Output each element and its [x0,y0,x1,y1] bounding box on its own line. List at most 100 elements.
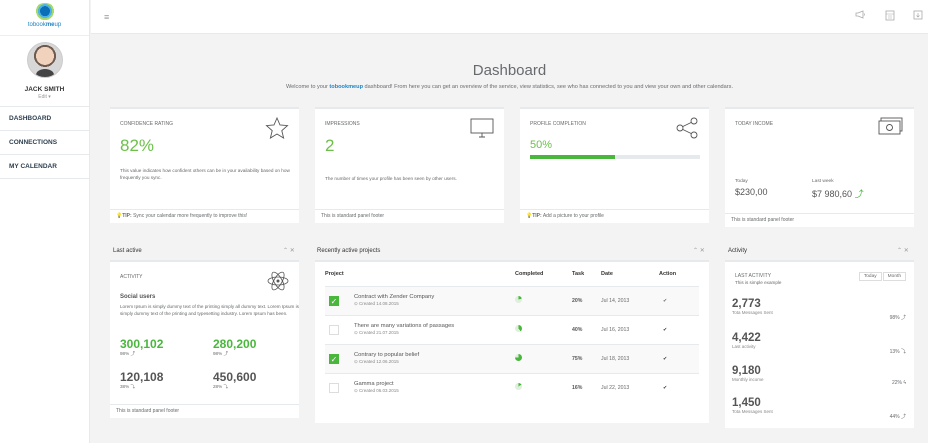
exit-icon[interactable] [913,10,923,23]
stat-label: Tota Messages Sent [732,409,773,414]
project-name: There are many variations of passages [354,323,455,329]
project-checkbox[interactable]: ✓ [329,295,339,306]
avatar[interactable] [26,42,63,78]
completed-cell [515,285,572,315]
action-check-icon[interactable]: ✔ [659,372,699,402]
project-cell: There are many variations of passages ⊙ C… [325,314,515,344]
month-button[interactable]: Month [882,272,906,281]
nav-connections[interactable]: CONNECTIONS [0,131,89,155]
card-footer: 💡TIP: Add a picture to your profile [520,209,709,223]
page-title: Dashboard [472,62,547,79]
completion-pie [515,354,522,361]
close-icon[interactable]: ✕ [700,248,705,254]
card-footer: This is standard panel footer [315,209,504,223]
projects-title: Recently active projects [317,248,381,254]
action-check-icon[interactable]: ✔ [659,343,699,373]
task-cell: 16% [572,372,601,402]
welcome-text: Welcome to your tobookmeup dashboard! Fr… [286,84,733,90]
projects-table: Project Completed Task Date Action ✓ Cont… [325,262,699,402]
week-value: $7 980,60 ⤴ [812,189,864,199]
last-activity-label: LAST ACTIVITY [735,273,772,279]
logo[interactable]: tobookmeup [0,0,89,35]
card-description: This value indicates how confident other… [120,168,290,180]
stat-value: 450,600 [213,370,257,384]
col-task: Task [572,270,585,277]
completed-cell [515,372,572,402]
project-cell: ✓ Contract with Zender Company ⊙ Created 1… [325,285,515,315]
completed-cell [515,314,572,344]
logo-text: tobookmeup [27,22,62,28]
stat-pct: 98% ⤴ [889,315,906,321]
activity-stat: 2,773 Tota Messages Sent [732,298,773,315]
project-checkbox[interactable] [329,324,339,335]
stat-block: 280,200 98% ⤴ [213,337,256,357]
share-icon [675,117,699,145]
stat-block: 300,102 98% ⤴ [120,337,163,357]
activity-label: ACTIVITY [120,274,143,280]
activity-title: Activity [728,248,748,254]
stat-value: 120,108 [120,370,164,384]
project-created: ⊙ Created 21.07.2015 [354,330,399,335]
stat-value: 9,180 [732,365,761,377]
card-label: CONFIDENCE RATING [120,121,173,127]
stat-label: Tota Messages Sent [732,310,773,315]
profile-block: JACK SMITH Edit ▾ [0,35,89,107]
profile-progress-fill [530,155,615,159]
impressions-card: IMPRESSIONS 2 The number of times your p… [315,107,504,223]
confidence-value: 82% [120,136,155,155]
date-cell: Jul 22, 2013 [601,372,659,402]
nav-my-calendar[interactable]: MY CALENDAR [0,155,89,179]
task-cell: 40% [572,314,601,344]
activity-stat: 4,422 Last activity [732,332,761,349]
collapse-icon[interactable]: ⌃ [897,248,902,254]
close-icon[interactable]: ✕ [290,248,295,254]
date-cell: Jul 18, 2013 [601,343,659,373]
topbar: ≡ [91,0,928,34]
action-check-icon[interactable]: ✔ [659,285,699,315]
megaphone-icon[interactable] [855,10,866,22]
completion-pie [515,296,522,303]
stat-pct: 98% ⤴ [120,351,136,356]
card-label: TODAY INCOME [735,121,774,127]
collapse-icon[interactable]: ⌃ [693,248,698,254]
menu-icon[interactable]: ≡ [104,12,109,22]
table-row: ✓ Contract with Zender Company ⊙ Created 1… [325,285,699,315]
profile-completion-value: 50% [530,139,553,151]
impressions-value: 2 [325,136,335,155]
col-action: Action [659,270,677,277]
money-icon [878,117,904,143]
profile-completion-card: PROFILE COMPLETION 50% 💡TIP: Add a pictu… [520,107,709,223]
project-checkbox[interactable]: ✓ [329,353,339,364]
logo-icon [33,3,56,21]
stat-value: 4,422 [732,332,761,344]
card-footer: This is standard panel footer [725,213,914,227]
panel-tools: ⌃ ✕ [693,247,705,254]
calendar-icon[interactable] [885,10,895,24]
stat-pct: 13% ⤵ [889,349,906,355]
today-button[interactable]: Today [858,272,882,281]
action-check-icon[interactable]: ✔ [659,314,699,344]
col-project: Project [325,270,344,277]
stat-value: 280,200 [213,337,257,351]
col-completed: Completed [515,270,544,277]
stat-pct: 22% ϟ [891,380,906,386]
sidebar: tobookmeup JACK SMITH Edit ▾ DASHBOARD C… [0,0,90,443]
activity-stat: 1,450 Tota Messages Sent [732,397,773,414]
close-icon[interactable]: ✕ [904,248,909,254]
stat-label: Monthly income [732,377,764,382]
today-label: Today [735,179,748,184]
last-activity-desc: This is simple example [735,280,782,285]
activity-stat: 9,180 Monthly income [732,365,764,382]
panel-tools: ⌃ ✕ [283,247,295,254]
project-checkbox[interactable] [329,382,339,393]
table-row: There are many variations of passages ⊙ C… [325,314,699,344]
social-users-body: Lorem Ipsum is simply dummy text of the … [120,304,299,316]
project-cell: Gamma project ⊙ Created 06.03.2015 [325,372,515,402]
card-label: IMPRESSIONS [325,121,360,127]
task-cell: 75% [572,343,601,373]
nav-dashboard[interactable]: DASHBOARD [0,107,89,131]
stat-value: 2,773 [732,298,761,310]
collapse-icon[interactable]: ⌃ [283,248,288,254]
edit-profile-link[interactable]: Edit ▾ [0,94,89,100]
projects-panel: Project Completed Task Date Action ✓ Cont… [315,260,709,423]
